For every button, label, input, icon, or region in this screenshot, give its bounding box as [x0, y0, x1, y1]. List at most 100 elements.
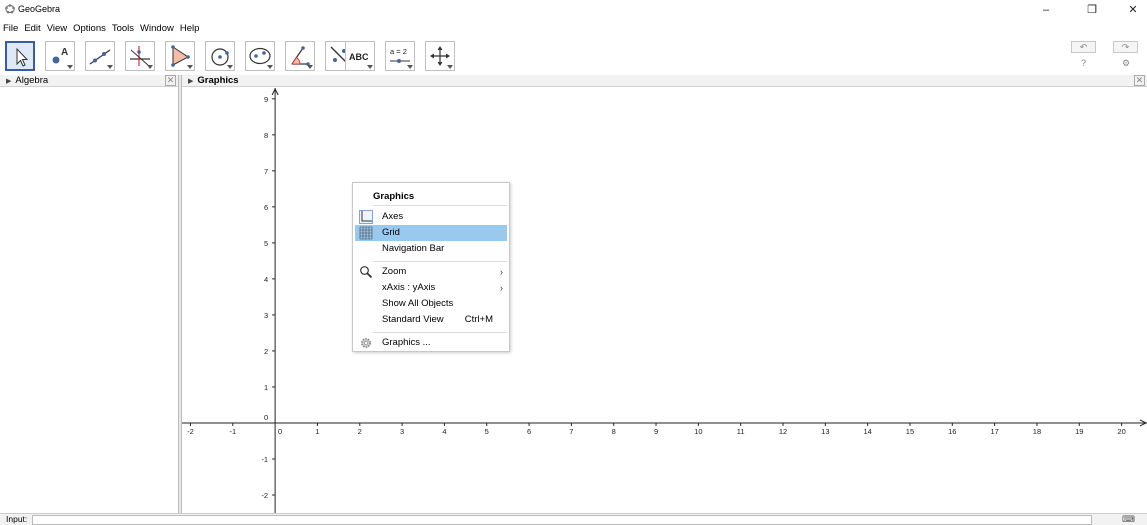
line-tool-button[interactable] — [85, 41, 115, 71]
grid-icon — [359, 226, 373, 240]
menu-item-label: Standard View — [382, 314, 444, 325]
move-tool-button[interactable] — [5, 41, 35, 71]
menu-item-axis-ratio[interactable]: xAxis : yAxis › — [355, 280, 507, 296]
restore-button[interactable]: ❐ — [1082, 3, 1102, 17]
menu-item-label: Graphics ... — [382, 337, 431, 348]
x-tick-label: 18 — [1033, 427, 1041, 436]
text-tool-label: ABC — [349, 52, 369, 62]
perpendicular-tool-button[interactable] — [125, 41, 155, 71]
algebra-panel-header[interactable]: ▶ Algebra ✕ — [0, 75, 178, 87]
submenu-arrow-icon: › — [500, 267, 503, 277]
text-tool-button[interactable]: ABC — [345, 41, 375, 71]
x-tick-label: 1 — [315, 427, 319, 436]
x-tick-label: 17 — [990, 427, 998, 436]
svg-text:A: A — [61, 47, 68, 58]
y-tick-label: -1 — [261, 455, 268, 464]
x-tick-label: 4 — [442, 427, 446, 436]
window-title: GeoGebra — [18, 4, 61, 14]
zoom-icon — [360, 266, 373, 279]
menu-item-zoom[interactable]: Zoom › — [355, 264, 507, 280]
submenu-arrow-icon: › — [500, 283, 503, 293]
undo-button[interactable]: ↶ — [1071, 41, 1096, 53]
menu-item-label: Axes — [382, 211, 404, 222]
menu-help[interactable]: Help — [177, 22, 203, 36]
coordinate-plane[interactable]: -2 -1 0 1 2 3 4 5 6 7 8 9 10 11 12 13 14 15 16 17 18 19 20-2-1… — [182, 88, 1147, 513]
x-tick-label: 9 — [654, 427, 658, 436]
keyboard-icon[interactable]: ⌨ — [1122, 514, 1135, 525]
x-tick-label: 12 — [779, 427, 787, 436]
x-tick-label: 14 — [863, 427, 871, 436]
circle-tool-button[interactable] — [205, 41, 235, 71]
menu-bar: File Edit View Options Tools Window Help — [0, 22, 202, 36]
close-graphics-icon[interactable]: ✕ — [1134, 75, 1145, 86]
close-algebra-icon[interactable]: ✕ — [165, 75, 176, 86]
menu-item-navigation-bar[interactable]: Navigation Bar — [355, 241, 507, 257]
slider-tool-button[interactable]: a = 2 — [385, 41, 415, 71]
y-tick-label: 5 — [264, 239, 268, 248]
settings-icon[interactable]: ⚙ — [1122, 58, 1130, 69]
x-tick-label: 2 — [358, 427, 362, 436]
help-icon[interactable]: ? — [1081, 58, 1086, 68]
input-label: Input: — [6, 514, 28, 524]
y-tick-label: 1 — [264, 383, 268, 392]
x-tick-label: 0 — [278, 427, 282, 436]
menu-window[interactable]: Window — [137, 22, 177, 36]
menu-edit[interactable]: Edit — [21, 22, 43, 36]
x-tick-label: 13 — [821, 427, 829, 436]
y-tick-label: 7 — [264, 167, 268, 176]
graphics-panel-header[interactable]: ▶ Graphics ✕ — [182, 75, 1147, 87]
geogebra-logo-icon — [5, 4, 15, 14]
menu-tools[interactable]: Tools — [109, 22, 137, 36]
shortcut-label: Ctrl+M — [464, 314, 493, 325]
menu-view[interactable]: View — [44, 22, 70, 36]
title-bar: GeoGebra – ❐ ✕ — [0, 0, 1147, 22]
menu-separator — [373, 261, 507, 262]
x-tick-label: 8 — [612, 427, 616, 436]
x-tick-label: 10 — [694, 427, 702, 436]
x-tick-label: 20 — [1117, 427, 1125, 436]
move-graphics-tool-button[interactable] — [425, 41, 455, 71]
minimize-button[interactable]: – — [1036, 3, 1056, 17]
close-button[interactable]: ✕ — [1123, 3, 1143, 17]
graphics-view[interactable]: -2 -1 0 1 2 3 4 5 6 7 8 9 10 11 12 13 14 15 16 17 18 19 20 -2 -1… — [182, 88, 1147, 513]
y-tick-label: 8 — [264, 131, 268, 140]
x-tick-label: 16 — [948, 427, 956, 436]
expand-arrow-icon[interactable]: ▶ — [6, 76, 11, 88]
cursor-icon — [16, 47, 29, 67]
menu-file[interactable]: File — [0, 22, 21, 36]
toolbar: A ABC a = 2 — [0, 41, 1147, 73]
menu-item-standard-view[interactable]: Standard View Ctrl+M — [355, 312, 507, 328]
input-bar: Input: ⌨ — [0, 513, 1147, 525]
slider-tool-label: a = 2 — [390, 47, 407, 56]
y-tick-label: 9 — [264, 95, 268, 104]
x-tick-label: 11 — [737, 427, 745, 436]
y-tick-label: 4 — [264, 275, 268, 284]
menu-item-label: Show All Objects — [382, 298, 454, 309]
algebra-panel-title: Algebra — [15, 75, 49, 86]
x-tick-label: 3 — [400, 427, 404, 436]
context-menu: Graphics Axes Grid Navigation Bar Zoom ›… — [352, 182, 510, 352]
menu-item-label: Zoom — [382, 266, 407, 277]
angle-tool-button[interactable] — [285, 41, 315, 71]
algebra-view[interactable] — [0, 88, 178, 513]
x-tick-label: 19 — [1075, 427, 1083, 436]
graphics-panel-title: Graphics — [197, 75, 239, 86]
menu-item-grid[interactable]: Grid — [355, 225, 507, 241]
input-field[interactable] — [32, 515, 1092, 525]
redo-button[interactable]: ↷ — [1113, 41, 1138, 53]
x-tick-label: 7 — [569, 427, 573, 436]
polygon-tool-button[interactable] — [165, 41, 195, 71]
menu-item-show-all-objects[interactable]: Show All Objects — [355, 296, 507, 312]
menu-options[interactable]: Options — [70, 22, 109, 36]
y-tick-label: -2 — [261, 491, 268, 500]
menu-separator — [373, 205, 507, 206]
menu-item-graphics-settings[interactable]: Graphics ... — [355, 335, 507, 351]
ellipse-tool-button[interactable] — [245, 41, 275, 71]
menu-item-axes[interactable]: Axes — [355, 209, 507, 225]
x-tick-label: 5 — [485, 427, 489, 436]
menu-item-label: xAxis : yAxis — [382, 282, 436, 293]
point-tool-button[interactable]: A — [45, 41, 75, 71]
y-tick-label: 0 — [264, 413, 268, 422]
expand-arrow-icon[interactable]: ▶ — [188, 76, 193, 88]
menu-item-label: Grid — [382, 227, 400, 238]
